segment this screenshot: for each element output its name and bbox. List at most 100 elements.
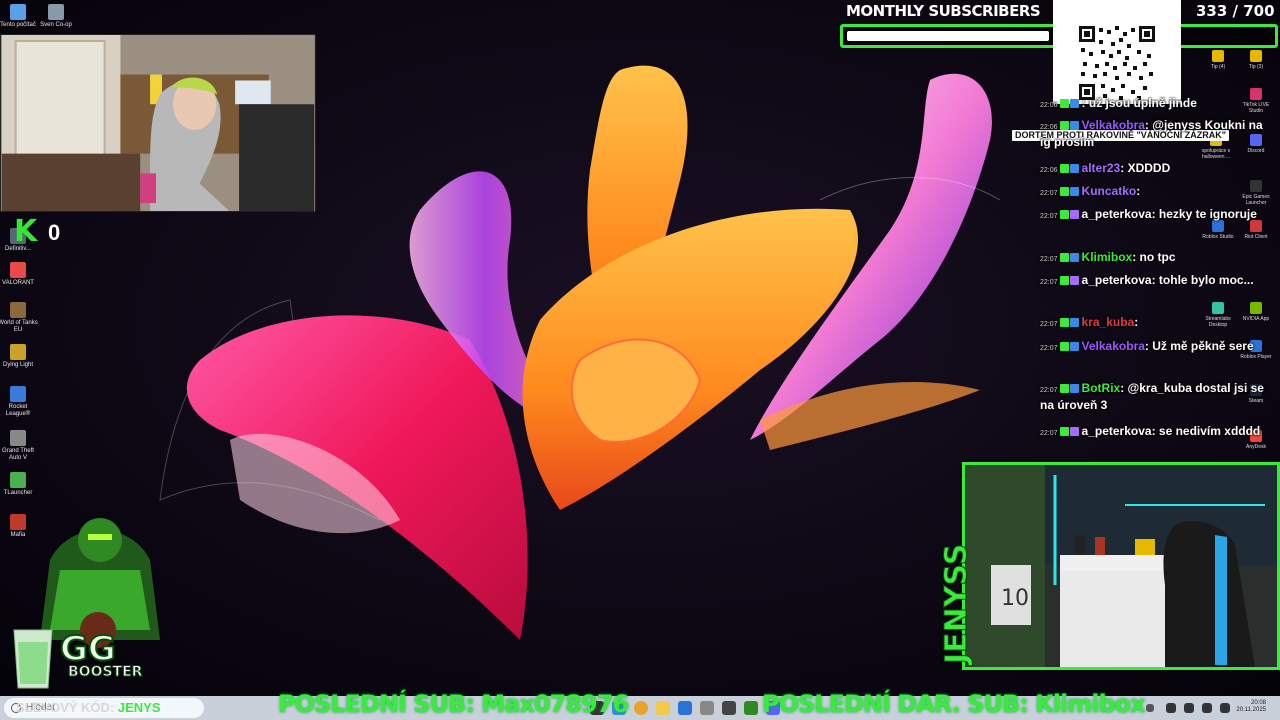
desktop-icon-gta-v[interactable]: Grand Theft Auto V xyxy=(0,430,40,462)
sub-badge-icon xyxy=(1069,427,1079,436)
promo-code-text: SLEVOVÝ KÓD: JENYS xyxy=(16,700,161,715)
streamlabs-icon xyxy=(1212,302,1224,314)
chat-text: : už jsou úplně jinde xyxy=(1081,96,1197,110)
chat-username: alter23 xyxy=(1081,161,1121,175)
chat-message: 22:06: už jsou úplně jinde xyxy=(1040,96,1197,110)
kick-badge-icon xyxy=(1059,164,1069,173)
chat-username: Velkakobra xyxy=(1081,339,1145,353)
chat-text: : se nedivím xdddd xyxy=(1151,424,1261,438)
chat-text: : XDDDD xyxy=(1120,161,1171,175)
room-webcam-video: 10 xyxy=(962,462,1280,670)
sub-badge-icon xyxy=(1069,318,1079,327)
sub-badge-icon xyxy=(1069,187,1079,196)
desktop-icon-tip-3[interactable]: Tip (3) xyxy=(1238,50,1274,70)
kick-badge-icon xyxy=(1059,318,1069,327)
streamer-name-logo: JENYSS xyxy=(939,543,975,666)
desktop-icon-rocket-league[interactable]: Rocket League® xyxy=(0,386,40,418)
k-counter-value: 0 xyxy=(48,220,61,245)
promo-code: JENYS xyxy=(117,700,161,715)
nvidia-icon xyxy=(1250,302,1262,314)
app-icon[interactable] xyxy=(722,701,736,715)
kick-badge-icon xyxy=(1059,253,1069,262)
sub-badge-icon xyxy=(1069,342,1079,351)
sub-badge-icon xyxy=(1069,276,1079,285)
chat-message: 22:06 alter23: XDDDD xyxy=(1040,161,1171,175)
mascot-booster-text: BOOSTER xyxy=(68,664,143,680)
desktop-icon-world-of-tanks[interactable]: World of Tanks EU xyxy=(0,302,40,334)
chat-message: 22:07 Klimibox: no tpc xyxy=(1040,250,1176,264)
kick-badge-icon xyxy=(1059,384,1069,393)
folder-icon[interactable] xyxy=(656,701,670,715)
sub-badge-icon xyxy=(1069,253,1079,262)
tank-icon xyxy=(10,302,26,318)
desktop-icon-dying-light[interactable]: Dying Light xyxy=(0,344,40,369)
tray-chevron-icon[interactable] xyxy=(1146,704,1154,712)
notification-icon[interactable] xyxy=(1220,703,1230,713)
minecraft-icon xyxy=(10,472,26,488)
game-icon xyxy=(10,344,26,360)
chat-text: : tohle bylo moc... xyxy=(1151,273,1254,287)
store-icon[interactable] xyxy=(678,701,692,715)
chat-message: 22:07 a_peterkova: tohle bylo moc... xyxy=(1040,273,1254,287)
chat-username: a_peterkova xyxy=(1081,207,1152,221)
clock-time[interactable]: 20:08 xyxy=(1236,700,1266,707)
chat-text: : xyxy=(1134,315,1139,329)
chat-message: 22:07 a_peterkova: se nedivím xdddd xyxy=(1040,424,1261,438)
subscriber-goal-fill xyxy=(847,31,1049,41)
tip-icon xyxy=(1212,50,1224,62)
rocket-icon xyxy=(10,386,26,402)
chat-message: 22:07 Kuncatko: xyxy=(1040,184,1141,198)
facecam-video xyxy=(0,34,316,212)
volume-icon[interactable] xyxy=(1184,703,1194,713)
chat-username: a_peterkova xyxy=(1081,424,1152,438)
chat-username: a_peterkova xyxy=(1081,273,1152,287)
last-gift-sub-text: POSLEDNÍ DAR. SUB: Klimibox xyxy=(762,690,1146,718)
kick-badge-icon xyxy=(1059,187,1069,196)
k-counter: K 0 xyxy=(14,214,74,249)
gta-icon xyxy=(10,430,26,446)
computer-icon xyxy=(10,4,26,20)
game-icon xyxy=(48,4,64,20)
cup-icon xyxy=(13,629,53,689)
sub-badge-icon xyxy=(1069,210,1079,219)
chrome-icon[interactable] xyxy=(634,701,648,715)
kick-badge-icon xyxy=(1059,99,1069,108)
kick-badge-icon xyxy=(1059,427,1069,436)
subscriber-goal-title: MONTHLY SUBSCRIBERS xyxy=(846,2,1041,20)
chat-text: : hezky te ignoruje xyxy=(1151,207,1257,221)
desktop-icon-sven-coop[interactable]: Sven Co-op xyxy=(34,4,78,29)
chat-text: : xyxy=(1136,184,1141,198)
desktop-icon-tip-4[interactable]: Tip (4) xyxy=(1200,50,1236,70)
chat-text: : no tpc xyxy=(1132,250,1176,264)
chat-username: Kuncatko xyxy=(1081,184,1137,198)
mascot-letters: GG xyxy=(60,629,116,669)
chat-message: 22:06 Velkakobra: @jenyss Koukni na ig pr… xyxy=(1040,118,1263,149)
desktop-icon-tlauncher[interactable]: TLauncher xyxy=(0,472,40,497)
chat-username: Klimibox xyxy=(1081,250,1133,264)
tip-icon xyxy=(1250,50,1262,62)
chat-text: : Už mě pěkně sere xyxy=(1144,339,1254,353)
clock-date[interactable]: 20.11.2025 xyxy=(1236,707,1266,714)
chat-username: Velkakobra xyxy=(1081,118,1145,132)
app-icon[interactable] xyxy=(744,701,758,715)
chat-message: 22:07 kra_kuba: xyxy=(1040,315,1139,329)
last-sub-text: POSLEDNÍ SUB: Max078976 xyxy=(278,690,629,718)
wifi-icon[interactable] xyxy=(1166,703,1176,713)
chat-message: 22:07 a_peterkova: hezky te ignoruje xyxy=(1040,207,1257,221)
desktop-icon-valorant[interactable]: VALORANT xyxy=(0,262,40,287)
kick-badge-icon xyxy=(1059,210,1069,219)
svg-text:10: 10 xyxy=(1001,586,1029,611)
chat-message: 22:07 BotRix: @kra_kuba dostal jsi se na … xyxy=(1040,381,1264,412)
kick-badge-icon xyxy=(1059,121,1069,130)
kick-badge-icon xyxy=(1059,342,1069,351)
battery-icon[interactable] xyxy=(1202,703,1212,713)
mafia-icon xyxy=(10,514,26,530)
sub-badge-icon xyxy=(1069,121,1079,130)
streamer-name-text: JENYSS xyxy=(939,544,974,666)
settings-icon[interactable] xyxy=(700,701,714,715)
qr-code-icon xyxy=(1053,0,1181,104)
kick-badge-icon xyxy=(1059,276,1069,285)
sub-badge-icon xyxy=(1069,99,1079,108)
subscriber-goal-count: 333 / 700 xyxy=(1196,2,1275,20)
chat-username: BotRix xyxy=(1081,381,1121,395)
